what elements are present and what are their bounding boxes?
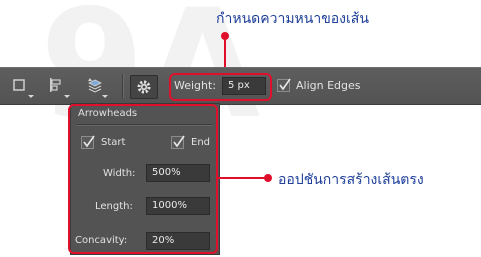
arrowheads-annotation: ออปชันการสร้างเส้นตรง [278, 172, 424, 188]
arrowheads-annotation-line [218, 177, 266, 179]
arrowheads-annotation-dot [264, 174, 272, 182]
path-arrangement-icon[interactable] [86, 77, 108, 98]
path-operations-icon[interactable] [12, 77, 34, 98]
toolbar-separator [122, 74, 124, 98]
gear-icon [137, 80, 151, 94]
align-edges-label: Align Edges [296, 79, 361, 92]
checkmark-icon [279, 78, 291, 91]
weight-annotation: กำหนดความหนาของเส้น [216, 11, 369, 27]
weight-highlight [169, 73, 272, 101]
arrowheads-highlight [68, 104, 218, 254]
align-edges-checkbox[interactable] [277, 78, 291, 92]
path-alignment-icon[interactable] [48, 77, 70, 98]
gear-button[interactable] [130, 75, 158, 99]
